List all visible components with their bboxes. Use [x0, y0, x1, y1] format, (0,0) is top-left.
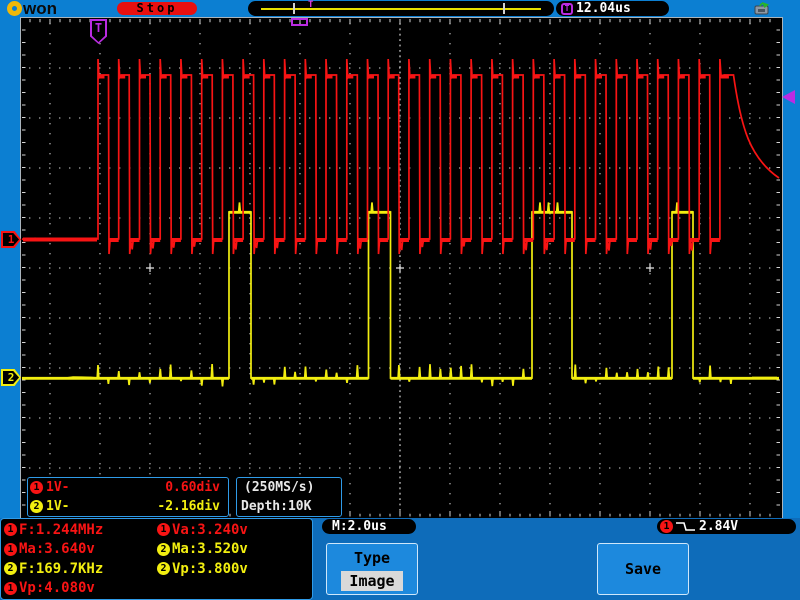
measurement-channel-badge: 2 — [157, 562, 170, 576]
channel1-position-marker[interactable]: 1 — [1, 231, 21, 248]
channel1-position: 0.60div — [165, 480, 220, 495]
measurement-channel-badge: 1 — [4, 542, 17, 556]
trigger-channel-badge: 1 — [660, 520, 673, 533]
type-button-value: Image — [341, 571, 403, 591]
measurement-item: 2 Vp:3.800v — [157, 559, 310, 579]
acquisition-info-box: (250MS/s) Depth:10K — [236, 477, 342, 517]
measurement-channel-badge: 2 — [4, 562, 17, 576]
brand-logo-text: won — [23, 0, 57, 18]
trigger-level-value: 2.84V — [699, 519, 739, 534]
record-trigger-marker-icon: T — [308, 0, 314, 10]
measurement-value: Ma:3.640v — [19, 541, 95, 558]
trigger-offset-value: 12.04us — [576, 1, 631, 16]
record-window-right-bracket-icon — [503, 3, 509, 14]
record-position-indicator: T — [248, 1, 554, 16]
trigger-t-icon: T — [561, 2, 573, 15]
channel2-badge: 2 — [30, 500, 43, 513]
timebase-readout: M:2.0us — [322, 519, 416, 534]
waveform-display — [21, 19, 780, 517]
measurement-item: 2 Ma:3.520v — [157, 540, 310, 560]
trigger-level-arrow-icon[interactable] — [782, 90, 795, 104]
channel2-position-marker[interactable]: 2 — [1, 369, 21, 386]
measurement-value: Ma:3.520v — [172, 541, 248, 558]
channel1-scale-row: 1 1V- 0.60div — [28, 478, 228, 497]
oscilloscope-screen: won Stop T T 12.04us T 1 2 1 1V- 0.60div… — [0, 0, 800, 600]
channel-scale-box: 1 1V- 0.60div 2 1V- -2.16div — [27, 477, 229, 517]
falling-edge-icon — [676, 522, 695, 531]
brand-logo: won — [7, 0, 57, 17]
measurement-value: F:169.7KHz — [19, 560, 104, 577]
measurement-value: F:1.244MHz — [19, 521, 104, 538]
measurement-item: 1 Va:3.240v — [157, 520, 310, 540]
measurement-item: 2 F:169.7KHz — [4, 559, 157, 579]
save-button[interactable]: Save — [597, 543, 689, 595]
measurement-channel-badge: 1 — [157, 523, 170, 537]
record-window-left-bracket-icon — [293, 3, 299, 14]
measurement-item: 1 Vp:4.080v — [4, 579, 157, 599]
measurement-item: 1 F:1.244MHz — [4, 520, 157, 540]
channel2-position: -2.16div — [157, 499, 220, 514]
type-button-label: Type — [353, 549, 391, 567]
top-bar: won Stop T T 12.04us — [0, 0, 800, 17]
type-button[interactable]: Type Image — [326, 543, 418, 595]
brand-logo-ring-icon — [7, 1, 22, 16]
save-button-label: Save — [624, 560, 662, 578]
record-depth: Depth:10K — [241, 499, 312, 514]
measurement-value: Vp:4.080v — [19, 580, 95, 597]
measurement-value: Vp:3.800v — [172, 560, 248, 577]
bottom-bar: 1 F:1.244MHz 1 Ma:3.640v 2 F:169.7KHz 1 … — [0, 518, 800, 600]
channel2-scale: 1V- — [46, 499, 70, 514]
trigger-offset-readout: T 12.04us — [556, 1, 669, 16]
measurement-channel-badge: 1 — [4, 581, 17, 595]
channel1-badge: 1 — [30, 481, 43, 494]
trigger-position-marker-icon — [291, 18, 308, 26]
channel1-scale: 1V- — [46, 480, 70, 495]
measurements-box: 1 F:1.244MHz 1 Ma:3.640v 2 F:169.7KHz 1 … — [0, 518, 313, 600]
measurement-value: Va:3.240v — [172, 521, 248, 538]
trigger-level-readout: 1 2.84V — [657, 519, 796, 534]
acquisition-state-button[interactable]: Stop — [117, 2, 197, 15]
channel2-scale-row: 2 1V- -2.16div — [28, 497, 228, 516]
measurement-channel-badge: 1 — [4, 523, 17, 537]
record-line — [261, 8, 541, 10]
measurement-channel-badge: 2 — [157, 542, 170, 556]
sample-rate: (250MS/s) — [244, 480, 315, 495]
measurement-item: 1 Ma:3.640v — [4, 540, 157, 560]
